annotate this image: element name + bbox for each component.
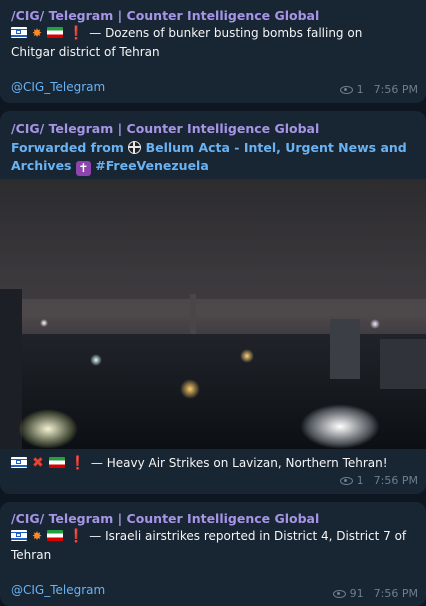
street-light	[18, 409, 78, 449]
channel-name[interactable]: /CIG/ Telegram | Counter Intelligence Gl…	[11, 511, 319, 526]
forwarded-source[interactable]: Bellum Acta - Intel, Urgent News and	[146, 140, 407, 155]
media-caption: ✖ ❗ — Heavy Air Strikes on Lavizan, Northe…	[11, 454, 416, 473]
red-exclamation-icon: ❗	[69, 456, 86, 471]
crane	[190, 294, 196, 334]
message-meta: 91 7:56 PM	[332, 587, 418, 600]
message-time: 7:56 PM	[373, 587, 418, 600]
building	[330, 319, 360, 379]
collision-icon: ✸	[32, 529, 43, 543]
street-light	[370, 319, 380, 329]
red-exclamation-icon: ❗	[68, 529, 85, 544]
channel-handle-link[interactable]: @CIG_Telegram	[11, 80, 105, 94]
message-bubble-3[interactable]: /CIG/ Telegram | Counter Intelligence Gl…	[0, 502, 426, 606]
caption-text: — Heavy Air Strikes on Lavizan, Northern…	[90, 456, 388, 470]
latin-cross-icon: ✝	[75, 161, 91, 176]
eye-icon	[339, 476, 353, 485]
eye-icon	[332, 589, 346, 598]
forwarded-source-2[interactable]: Archives	[11, 158, 72, 173]
israel-flag-icon	[11, 27, 27, 38]
street-light	[40, 319, 48, 327]
message-bubble-1[interactable]: /CIG/ Telegram | Counter Intelligence Gl…	[0, 0, 426, 103]
channel-handle-link[interactable]: @CIG_Telegram	[11, 583, 105, 597]
view-count: 1	[356, 474, 364, 487]
iran-flag-icon	[47, 27, 64, 38]
cross-mark-icon: ✖	[32, 455, 44, 471]
israel-flag-icon	[11, 457, 27, 468]
street-light	[180, 379, 200, 399]
building	[380, 339, 426, 389]
message-bubble-2[interactable]: /CIG/ Telegram | Counter Intelligence Gl…	[0, 111, 426, 494]
message-text-line1: — Dozens of bunker busting bombs falling…	[89, 26, 363, 40]
forwarded-header[interactable]: Forwarded from Bellum Acta - Intel, Urge…	[11, 139, 421, 176]
view-count: 91	[349, 587, 364, 600]
street-light	[90, 354, 102, 366]
message-text-line1: — Israeli airstrikes reported in Distric…	[89, 529, 407, 543]
street-light	[300, 404, 380, 449]
message-time: 7:56 PM	[373, 474, 418, 487]
forwarded-hashtag[interactable]: #FreeVenezuela	[95, 158, 209, 173]
eye-icon	[339, 85, 353, 94]
message-text: ✸ ❗ — Israeli airstrikes reported in Distr…	[11, 527, 416, 564]
israel-flag-icon	[11, 530, 27, 541]
channel-name[interactable]: /CIG/ Telegram | Counter Intelligence Gl…	[11, 8, 319, 23]
message-meta: 1 7:56 PM	[339, 474, 418, 487]
street-light	[240, 349, 254, 363]
globe-icon	[128, 141, 142, 154]
message-meta: 1 7:56 PM	[339, 83, 418, 96]
message-text: ✸ ❗ — Dozens of bunker busting bombs falli…	[11, 24, 416, 61]
red-exclamation-icon: ❗	[68, 26, 85, 41]
channel-name[interactable]: /CIG/ Telegram | Counter Intelligence Gl…	[11, 121, 319, 136]
iran-flag-icon	[48, 457, 65, 468]
video-thumbnail[interactable]	[0, 179, 426, 449]
collision-icon: ✸	[32, 26, 43, 40]
message-time: 7:56 PM	[373, 83, 418, 96]
iran-flag-icon	[47, 530, 64, 541]
message-text-line2: Tehran	[11, 548, 52, 562]
forwarded-prefix: Forwarded from	[11, 140, 124, 155]
view-count: 1	[356, 83, 364, 96]
message-text-line2: Chitgar district of Tehran	[11, 45, 160, 59]
